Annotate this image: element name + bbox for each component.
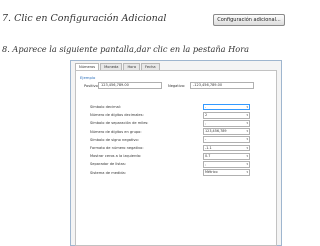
tab-fecha[interactable]: Fecha — [141, 63, 160, 70]
settings-list: Símbolo decimal: . ▾ Número de dígitos de… — [90, 103, 250, 178]
setting-row-decimal-symbol: Símbolo decimal: . ▾ — [90, 103, 250, 111]
customize-format-dialog: Números Moneda Hora Fecha Ejemplo Positi… — [70, 60, 282, 246]
setting-row-negative-format: Formato de número negativo: -1.1 ▾ — [90, 144, 250, 152]
setting-label: Separador de listas: — [90, 162, 126, 167]
setting-value: - — [205, 137, 207, 142]
setting-label: Número de dígitos en grupo: — [90, 129, 142, 134]
chevron-down-icon: ▾ — [246, 112, 248, 117]
chevron-down-icon: ▾ — [246, 129, 248, 134]
positive-label: Positivo: — [84, 83, 100, 88]
setting-row-leading-zeros: Mostrar ceros a la izquierda: 0.7 ▾ — [90, 152, 250, 160]
setting-row-measurement-system: Sistema de medida: Métrico ▾ — [90, 169, 250, 176]
chevron-down-icon: ▾ — [246, 145, 248, 150]
digit-grouping-select[interactable]: 123,456,789 ▾ — [202, 128, 250, 135]
setting-label: Símbolo decimal: — [90, 105, 121, 109]
setting-label: Mostrar ceros a la izquierda: — [90, 154, 142, 159]
setting-value: 2 — [205, 112, 208, 117]
setting-label: Símbolo de separación de miles: — [90, 121, 149, 126]
additional-settings-button[interactable]: Configuración adicional... — [213, 14, 285, 26]
example-heading: Ejemplo — [80, 75, 96, 80]
setting-value: , — [205, 120, 207, 125]
thousands-separator-select[interactable]: , ▾ — [202, 119, 250, 127]
setting-label: Símbolo de signo negativo: — [90, 137, 139, 142]
setting-value: , — [205, 161, 207, 166]
list-separator-select[interactable]: , ▾ — [202, 160, 250, 168]
leading-zeros-select[interactable]: 0.7 ▾ — [202, 152, 250, 160]
tab-moneda[interactable]: Moneda — [100, 63, 123, 70]
chevron-down-icon: ▾ — [246, 137, 248, 142]
setting-row-negative-sign: Símbolo de signo negativo: - ▾ — [90, 136, 250, 144]
negative-label: Negativo: — [168, 83, 186, 88]
chevron-down-icon: ▾ — [246, 104, 248, 109]
example-row: Positivo: 123,456,789.00 Negativo: -123,… — [84, 82, 254, 89]
setting-label: Formato de número negativo: — [90, 145, 144, 150]
setting-value: 123,456,789 — [205, 129, 227, 134]
tab-panel: Ejemplo Positivo: 123,456,789.00 Negativ… — [75, 70, 277, 246]
setting-value: 0.7 — [205, 153, 211, 158]
chevron-down-icon: ▾ — [246, 120, 248, 125]
chevron-down-icon: ▾ — [246, 153, 248, 158]
negative-example-field: -123,456,789.00 — [190, 82, 254, 89]
step-8-instruction: 8. Aparece la siguiente pantalla,dar cli… — [2, 44, 249, 54]
tab-numeros[interactable]: Números — [75, 63, 100, 70]
setting-label: Número de dígitos decimales: — [90, 113, 144, 118]
decimal-digits-select[interactable]: 2 ▾ — [202, 111, 250, 119]
negative-format-select[interactable]: -1.1 ▾ — [202, 144, 250, 152]
decimal-symbol-select[interactable]: . ▾ — [202, 103, 250, 111]
chevron-down-icon: ▾ — [246, 161, 248, 166]
setting-row-list-separator: Separador de listas: , ▾ — [90, 160, 250, 168]
tab-hora[interactable]: Hora — [123, 63, 141, 70]
setting-row-decimal-digits: Número de dígitos decimales: 2 ▾ — [90, 111, 250, 119]
dialog-tabs: Números Moneda Hora Fecha — [75, 63, 161, 70]
step-7-instruction: 7. Clic en Configuración Adicional — [2, 13, 167, 24]
chevron-down-icon: ▾ — [246, 170, 248, 175]
setting-row-digit-grouping: Número de dígitos en grupo: 123,456,789 ▾ — [90, 128, 250, 135]
setting-row-thousands-separator: Símbolo de separación de miles: , ▾ — [90, 119, 250, 127]
setting-label: Sistema de medida: — [90, 170, 126, 175]
setting-value: . — [205, 104, 207, 109]
measurement-system-select[interactable]: Métrico ▾ — [202, 169, 250, 176]
negative-sign-select[interactable]: - ▾ — [202, 136, 250, 144]
setting-value: Métrico — [205, 170, 218, 175]
setting-value: -1.1 — [205, 145, 212, 150]
positive-example-field: 123,456,789.00 — [98, 82, 162, 89]
